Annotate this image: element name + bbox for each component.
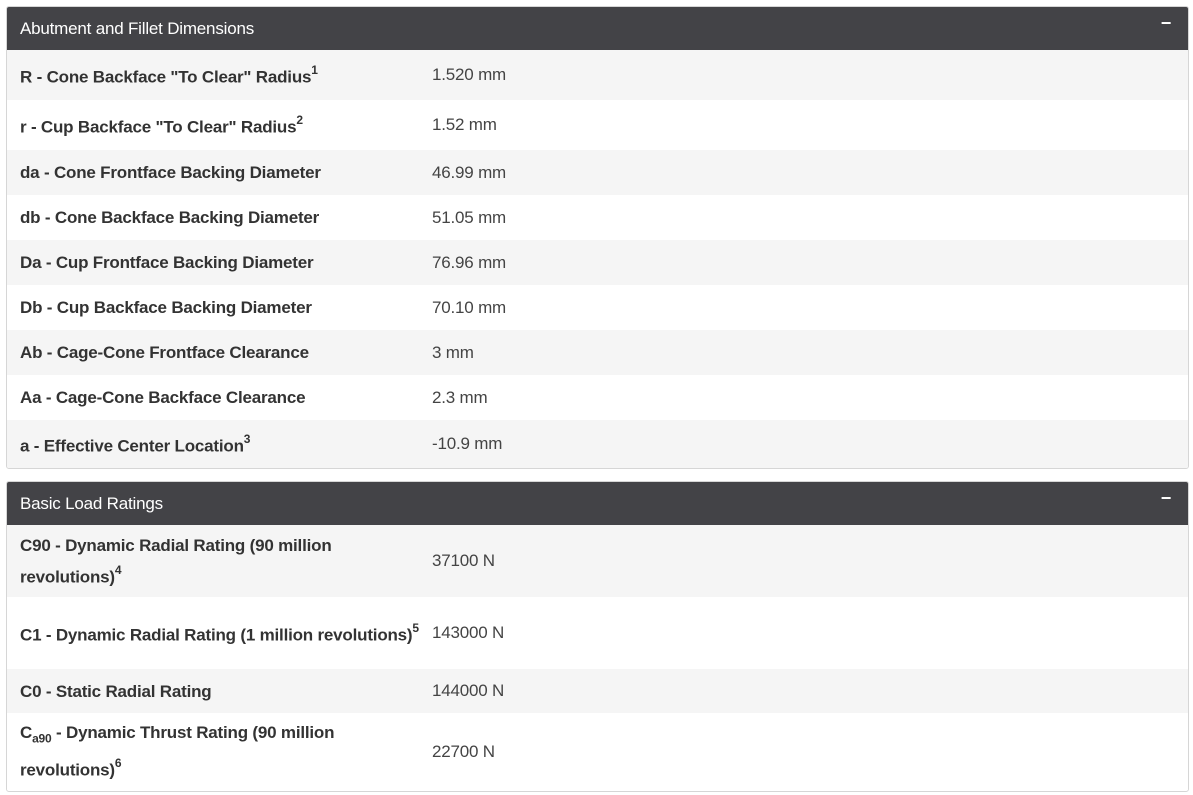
footnote-marker: 6: [114, 756, 122, 771]
table-row: r - Cup Backface "To Clear" Radius2 1.52…: [7, 100, 1188, 150]
row-value: 144000 N: [432, 681, 505, 700]
row-value: 76.96 mm: [432, 252, 506, 272]
footnote-marker: 2: [296, 113, 303, 128]
collapse-icon[interactable]: −: [1157, 14, 1175, 32]
row-label: C1 - Dynamic Radial Rating (1 million re…: [20, 621, 419, 645]
panel-header[interactable]: Abutment and Fillet Dimensions −: [7, 7, 1188, 50]
subscript: a90: [32, 731, 52, 746]
table-row: Db - Cup Backface Backing Diameter 70.10…: [7, 285, 1188, 330]
panel-title: Abutment and Fillet Dimensions: [20, 18, 255, 38]
table-row: a - Effective Center Location3 -10.9 mm: [7, 420, 1188, 468]
row-value: 37100 N: [432, 551, 495, 570]
row-label: r - Cup Backface "To Clear" Radius2: [20, 113, 303, 137]
footnote-marker: 4: [114, 562, 122, 577]
row-value: -10.9 mm: [432, 434, 503, 453]
abutment-fillet-panel: Abutment and Fillet Dimensions − R - Con…: [6, 6, 1189, 469]
table-row: Da - Cup Frontface Backing Diameter 76.9…: [7, 240, 1188, 285]
row-value: 22700 N: [432, 741, 495, 761]
row-label: Db - Cup Backface Backing Diameter: [20, 298, 312, 317]
table-row: C90 - Dynamic Radial Rating (90 million …: [7, 525, 1188, 597]
row-label: db - Cone Backface Backing Diameter: [20, 208, 320, 227]
row-label: Ab - Cage-Cone Frontface Clearance: [20, 343, 309, 362]
row-label: a - Effective Center Location3: [20, 432, 251, 456]
row-value: 1.52 mm: [432, 115, 497, 134]
row-value: 51.05 mm: [432, 207, 506, 227]
panel-title: Basic Load Ratings: [20, 493, 163, 513]
row-label: R - Cone Backface "To Clear" Radius1: [20, 63, 318, 87]
footnote-marker: 5: [412, 621, 419, 636]
table-row: Ca90 - Dynamic Thrust Rating (90 million…: [7, 713, 1188, 790]
row-label: Ca90 - Dynamic Thrust Rating (90 million…: [20, 722, 335, 781]
table-row: R - Cone Backface "To Clear" Radius1 1.5…: [7, 50, 1188, 100]
table-row: db - Cone Backface Backing Diameter 51.0…: [7, 195, 1188, 240]
basic-load-ratings-panel: Basic Load Ratings − C90 - Dynamic Radia…: [6, 481, 1189, 792]
collapse-icon[interactable]: −: [1157, 489, 1175, 507]
table-row: Ab - Cage-Cone Frontface Clearance 3 mm: [7, 330, 1188, 375]
row-value: 1.520 mm: [432, 65, 506, 84]
row-value: 46.99 mm: [432, 162, 506, 182]
row-label: Da - Cup Frontface Backing Diameter: [20, 253, 314, 272]
row-value: 2.3 mm: [432, 387, 488, 407]
footnote-marker: 3: [243, 432, 251, 447]
table-row: da - Cone Frontface Backing Diameter 46.…: [7, 150, 1188, 195]
table-row: C0 - Static Radial Rating 144000 N: [7, 669, 1188, 713]
load-rows: C90 - Dynamic Radial Rating (90 million …: [7, 525, 1188, 790]
row-value: 143000 N: [432, 623, 505, 642]
abutment-rows: R - Cone Backface "To Clear" Radius1 1.5…: [7, 50, 1188, 468]
footnote-marker: 1: [311, 63, 318, 78]
row-label: C90 - Dynamic Radial Rating (90 million …: [20, 535, 332, 587]
row-value: 3 mm: [432, 342, 474, 362]
row-label: da - Cone Frontface Backing Diameter: [20, 163, 321, 182]
row-label: C0 - Static Radial Rating: [20, 681, 212, 701]
row-value: 70.10 mm: [432, 297, 506, 317]
panel-header[interactable]: Basic Load Ratings −: [7, 482, 1188, 525]
table-row: Aa - Cage-Cone Backface Clearance 2.3 mm: [7, 375, 1188, 420]
row-label: Aa - Cage-Cone Backface Clearance: [20, 388, 306, 407]
table-row: C1 - Dynamic Radial Rating (1 million re…: [7, 597, 1188, 669]
